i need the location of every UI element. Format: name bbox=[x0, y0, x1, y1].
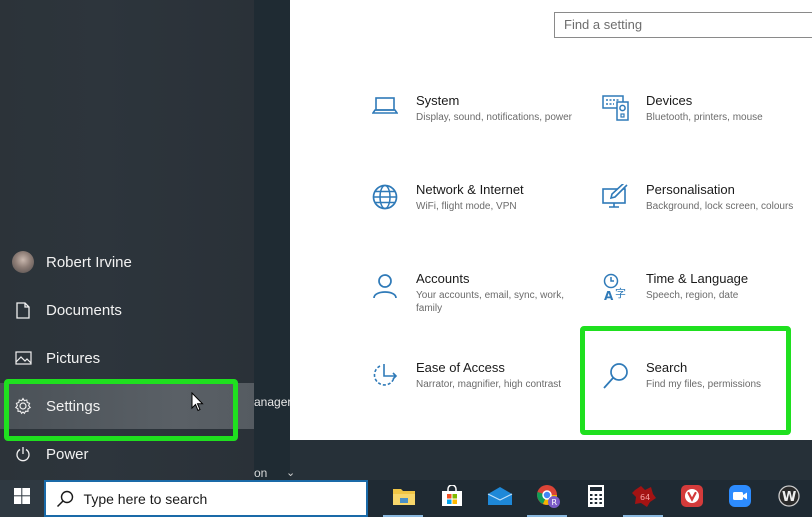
sidebar-item-settings[interactable]: Settings bbox=[0, 383, 254, 429]
taskbar: Type here to search R 64 W bbox=[0, 480, 812, 517]
chrome-icon: R bbox=[535, 483, 561, 514]
windows-logo-icon bbox=[13, 488, 30, 509]
tile-title: Network & Internet bbox=[416, 182, 524, 197]
time-language-icon: A字 bbox=[602, 271, 646, 351]
tile-system[interactable]: System Display, sound, notifications, po… bbox=[372, 93, 592, 173]
taskbar-microsoft-store[interactable] bbox=[428, 480, 476, 517]
tile-description: Find my files, permissions bbox=[646, 379, 762, 390]
search-placeholder: Type here to search bbox=[83, 490, 208, 507]
tile-description: Display, sound, notifications, power bbox=[416, 112, 573, 123]
tile-title: System bbox=[416, 93, 460, 108]
tile-title: Search bbox=[646, 360, 688, 375]
tile-ease-of-access[interactable]: Ease of Access Narrator, magnifier, high… bbox=[372, 360, 592, 440]
tile-description: Speech, region, date bbox=[646, 290, 739, 301]
app-64-icon: 64 bbox=[631, 484, 657, 513]
svg-text:A: A bbox=[604, 289, 614, 301]
find-setting-input[interactable]: Find a setting bbox=[554, 12, 812, 38]
mouse-cursor-icon bbox=[191, 391, 204, 417]
devices-icon bbox=[602, 93, 646, 173]
calculator-icon bbox=[587, 484, 605, 513]
taskbar-mail[interactable] bbox=[476, 480, 524, 517]
taskbar-app-w[interactable]: W bbox=[764, 480, 812, 517]
taskbar-app-64[interactable]: 64 bbox=[620, 480, 668, 517]
taskbar-vivaldi[interactable] bbox=[668, 480, 716, 517]
menu-item-label: Settings bbox=[46, 397, 101, 415]
tile-network-internet[interactable]: Network & Internet WiFi, flight mode, VP… bbox=[372, 182, 592, 262]
tile-description: WiFi, flight mode, VPN bbox=[416, 201, 517, 212]
taskbar-calculator[interactable] bbox=[572, 480, 620, 517]
search-icon bbox=[56, 490, 74, 508]
start-button[interactable] bbox=[0, 480, 44, 517]
ease-of-access-icon bbox=[372, 360, 416, 440]
svg-text:字: 字 bbox=[615, 286, 626, 300]
partial-tile-label-bottom: on bbox=[254, 466, 268, 480]
tile-personalisation[interactable]: Personalisation Background, lock screen,… bbox=[602, 182, 812, 262]
search-icon bbox=[602, 360, 646, 440]
person-icon bbox=[372, 271, 416, 351]
partial-tile-label: anager bbox=[254, 395, 290, 409]
power-icon bbox=[0, 446, 46, 462]
menu-item-label: Pictures bbox=[46, 349, 101, 367]
vivaldi-icon bbox=[680, 484, 704, 513]
chevron-down-icon[interactable]: ⌄ bbox=[286, 466, 295, 479]
sidebar-item-power[interactable]: Power bbox=[0, 431, 254, 477]
tile-description: Narrator, magnifier, high contrast bbox=[416, 379, 562, 390]
svg-text:W: W bbox=[782, 490, 796, 505]
taskbar-search-input[interactable]: Type here to search bbox=[43, 480, 368, 517]
svg-text:64: 64 bbox=[640, 493, 650, 502]
tile-description: Your accounts, email, sync, work, family bbox=[416, 290, 565, 314]
globe-icon bbox=[372, 182, 416, 262]
taskbar-file-explorer[interactable] bbox=[380, 480, 428, 517]
user-name: Robert Irvine bbox=[46, 253, 132, 271]
desktop: anager on ⌄ Robert Irvine Documents Pict… bbox=[0, 0, 812, 517]
sidebar-item-documents[interactable]: Documents bbox=[0, 287, 254, 333]
user-account-button[interactable]: Robert Irvine bbox=[0, 239, 254, 285]
taskbar-chrome[interactable]: R bbox=[524, 480, 572, 517]
tile-title: Ease of Access bbox=[416, 360, 505, 375]
tile-description: Background, lock screen, colours bbox=[646, 201, 794, 212]
document-icon bbox=[0, 301, 46, 319]
menu-item-label: Power bbox=[46, 445, 89, 463]
tile-description: Bluetooth, printers, mouse bbox=[646, 112, 763, 123]
pictures-icon bbox=[0, 351, 46, 365]
tile-time-language[interactable]: A字 Time & Language Speech, region, date bbox=[602, 271, 812, 351]
gear-icon bbox=[0, 397, 46, 415]
settings-window: Find a setting System Display, sound, no… bbox=[290, 0, 812, 440]
tile-title: Personalisation bbox=[646, 182, 735, 197]
tile-title: Devices bbox=[646, 93, 693, 108]
taskbar-zoom[interactable] bbox=[716, 480, 764, 517]
folder-icon bbox=[392, 486, 416, 511]
mail-icon bbox=[487, 486, 513, 511]
tile-accounts[interactable]: Accounts Your accounts, email, sync, wor… bbox=[372, 271, 592, 351]
svg-text:R: R bbox=[552, 498, 558, 507]
tile-title: Time & Language bbox=[646, 271, 749, 286]
laptop-icon bbox=[372, 93, 416, 173]
app-w-icon: W bbox=[776, 484, 800, 513]
avatar bbox=[12, 251, 34, 273]
tile-devices[interactable]: Devices Bluetooth, printers, mouse bbox=[602, 93, 812, 173]
personalisation-icon bbox=[602, 182, 646, 262]
sidebar-item-pictures[interactable]: Pictures bbox=[0, 335, 254, 381]
tile-title: Accounts bbox=[416, 271, 470, 286]
menu-item-label: Documents bbox=[46, 301, 122, 319]
store-icon bbox=[441, 484, 463, 512]
zoom-icon bbox=[728, 484, 752, 513]
tile-search[interactable]: Search Find my files, permissions bbox=[602, 360, 812, 440]
